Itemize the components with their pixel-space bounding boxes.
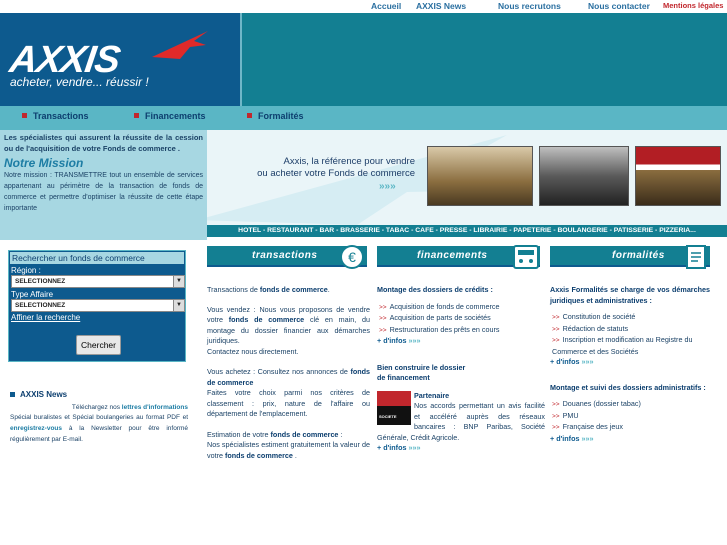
news-block: AXXIS News Téléchargez nos lettres d'inf… [10,390,188,445]
document-icon [686,245,706,269]
bullet-icon [22,113,27,118]
list-item: Constitution de société [550,312,710,324]
partner-block: SOCIETE GENERALE Partenaire Nos accords … [377,390,545,444]
type-label: Type Affaire [11,290,54,299]
photo-brasserie [427,146,533,206]
main-navigation: Transactions Financements Formalités [0,106,727,130]
nav-transactions[interactable]: Transactions [22,111,89,121]
arrows-icon: »»» [379,181,396,192]
search-title: Rechercher un fonds de commerce [10,252,184,264]
news-title[interactable]: AXXIS News [10,390,188,399]
financements-column: Montage des dossiers de crédits : Acquis… [377,285,545,454]
mission-text: Notre mission : TRANSMETTRE tout un ense… [4,172,203,212]
more-info-link[interactable]: + d'infos »»» [377,443,545,454]
estimation-link[interactable]: fonds de commerce [271,430,339,439]
nav-mentions-legales[interactable]: Mentions légales [663,1,723,10]
list-item: Douanes (dossier tabac) [550,399,710,411]
photo-cafe [635,146,721,206]
list-item: Restructuration des prêts en cours [377,325,545,337]
credits-heading: Montage des dossiers de crédits : [377,285,493,294]
region-select[interactable]: SELECTIONNEZ ▼ [11,275,185,288]
formalites-heading: Axxis Formalités se charge de vos démarc… [550,285,710,305]
region-label: Région : [11,266,41,275]
formalites-column: Axxis Formalités se charge de vos démarc… [550,285,710,444]
financements-header[interactable]: financements [377,245,540,269]
plane-icon [152,31,208,59]
bullet-icon [10,392,15,397]
transactions-header[interactable]: transactions € [207,245,367,269]
photo-tabac [539,146,629,206]
transactions-column: Transactions de fonds de commerce. Vous … [207,285,370,461]
list-item: PMU [550,411,710,423]
nav-financements[interactable]: Financements [134,111,206,121]
transactions-p4: Estimation de votre fonds de commerce :N… [207,429,370,460]
nav-axxis-news[interactable]: AXXIS News [416,1,466,11]
dossier-heading: Bien construire le dossier de financement [377,362,466,383]
activity-strip: HOTEL - RESTAURANT - BAR - BRASSERIE - T… [207,225,727,237]
list-item: Française des jeux [550,422,710,434]
nav-nous-recrutons[interactable]: Nous recrutons [498,1,561,11]
transactions-p1: Transactions de fonds de commerce. [207,285,330,294]
mission-title: Notre Mission [4,156,84,170]
newsletter-link[interactable]: lettres d'informations [122,404,188,411]
list-item: Acquisition de fonds de commerce [377,302,545,314]
site-header: AXXIS acheter, vendre... réussir ! [0,13,727,106]
refine-search-link[interactable]: Affiner la recherche [11,313,183,322]
bullet-icon [247,113,252,118]
register-link[interactable]: enregistrez-vous [10,425,62,432]
chevron-down-icon: ▼ [173,300,184,311]
calculator-icon [513,245,539,269]
list-item: Acquisition de parts de sociétés [377,313,545,325]
nav-accueil[interactable]: Accueil [371,1,401,11]
news-text-2: Spécial buralistes et Spécial boulangeri… [10,414,189,443]
nav-nous-contacter[interactable]: Nous contacter [588,1,650,11]
hero-banner: Axxis, la référence pour vendre ou achete… [207,130,727,225]
top-navigation: Accueil AXXIS News Nous recrutons Nous c… [0,0,727,13]
vendre-link[interactable]: fonds de commerce [229,315,304,324]
formalites-header[interactable]: formalités [550,245,710,269]
dossiers-heading: Montage et suivi des dossiers administra… [550,382,706,392]
more-info-link[interactable]: + d'infos »»» [550,434,710,445]
logo-tagline: acheter, vendre... réussir ! [10,75,149,89]
chevron-down-icon: ▼ [173,276,184,287]
euro-icon: € [340,245,364,269]
nav-formalites[interactable]: Formalités [247,111,304,121]
more-info-link[interactable]: + d'infos »»» [550,357,710,368]
societe-generale-logo: SOCIETE GENERALE [377,390,411,429]
banner-title: Axxis, la référence pour vendre ou achete… [257,156,415,179]
intro-panel: Les spécialistes qui assurent la réussit… [0,130,207,240]
list-item: Inscription et modification au Registre … [550,335,710,357]
logo[interactable]: AXXIS acheter, vendre... réussir ! [0,13,242,106]
fonds-link[interactable]: fonds de commerce [260,285,328,294]
transactions-p2: Vous vendez : Nous vous proposons de ven… [207,304,370,356]
transactions-p3: Vous achetez : Consultez nos annonces de… [207,367,370,418]
intro-lead: Les spécialistes qui assurent la réussit… [4,133,203,153]
type-select[interactable]: SELECTIONNEZ ▼ [11,299,185,312]
more-info-link[interactable]: + d'infos »»» [377,336,545,347]
list-item: Rédaction de statuts [550,324,710,336]
search-panel: Rechercher un fonds de commerce Région :… [8,250,186,362]
search-button[interactable]: Chercher [76,335,121,355]
bullet-icon [134,113,139,118]
svg-text:€: € [348,249,356,265]
